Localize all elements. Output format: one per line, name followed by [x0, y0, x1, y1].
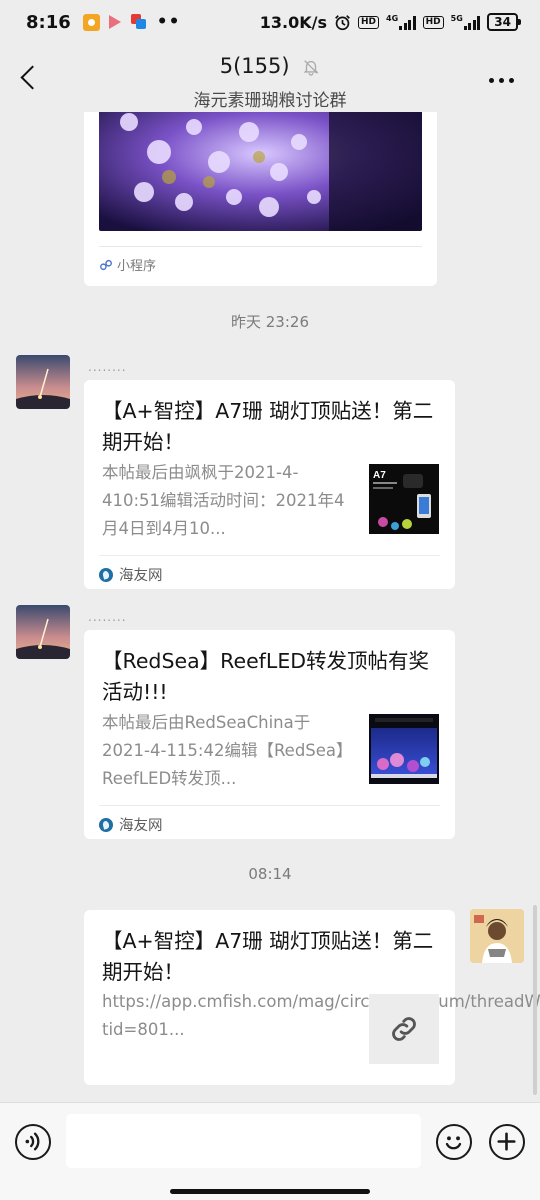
chat-title: 5(155) [0, 54, 540, 78]
emoji-button[interactable] [436, 1124, 472, 1160]
group-name: 海元素珊瑚粮讨论群 [193, 91, 347, 111]
voice-icon [25, 1132, 40, 1151]
hd-icon: HD [422, 15, 444, 29]
my-avatar[interactable] [470, 909, 524, 963]
message-list[interactable]: 小程序 昨天 23:26 ........ 【A+智控】A7珊 瑚灯顶贴送！第二… [0, 112, 540, 1102]
link-title: 【A+智控】A7珊 瑚灯顶贴送！第二期开始！ [102, 929, 434, 984]
alarm-icon [335, 14, 350, 30]
source-name: 海友网 [119, 568, 163, 584]
message-input[interactable] [66, 1114, 421, 1168]
sender-name: ........ [88, 360, 127, 374]
thumbnail-label: A7 [373, 470, 386, 481]
site-logo-icon [99, 567, 113, 582]
scrollbar[interactable] [533, 905, 537, 1095]
time-divider: 08:14 [248, 865, 292, 883]
signal-4g: 4G [386, 14, 416, 30]
link-source: 海友网 [99, 805, 440, 835]
signal-bars-icon [399, 16, 416, 30]
video-app-icon [108, 15, 121, 29]
more-notifications-icon: •• [156, 12, 181, 32]
coral-image [99, 112, 422, 231]
link-thumbnail: A7 [369, 464, 439, 534]
link-thumbnail [369, 994, 439, 1064]
time-divider: 昨天 23:26 [231, 313, 309, 331]
group-member-count: 5(155) [219, 54, 290, 78]
more-functions-button[interactable] [489, 1124, 525, 1160]
voice-button[interactable] [15, 1124, 51, 1160]
link-message-card[interactable]: 【A+智控】A7珊 瑚灯顶贴送！第二期开始！ 本帖最后由飒枫于2021-4-41… [84, 380, 455, 589]
link-url: https://app.cmfish.com/mag/circle/v1/for… [102, 992, 540, 1039]
app-notification-icon [130, 14, 148, 30]
battery-icon: 34 [487, 13, 521, 31]
status-right: 13.0K/s HD 4G HD 5G 34 [259, 12, 521, 32]
network-speed: 13.0K/s [259, 12, 327, 32]
status-time: 8:16 [26, 11, 71, 33]
link-title: 【A+智控】A7珊 瑚灯顶贴送！第二期开始！ [102, 399, 434, 454]
input-bar [0, 1102, 540, 1200]
avatar[interactable] [16, 605, 70, 659]
link-source: 海友网 [99, 555, 440, 585]
status-bar: 8:16 •• 13.0K/s HD 4G HD 5G 34 [0, 0, 540, 44]
mini-program-card[interactable]: 小程序 [84, 112, 437, 286]
plus-icon [497, 1132, 516, 1151]
emoji-icon [445, 1136, 462, 1150]
link-title: 【RedSea】ReefLED转发顶帖有奖活动!!! [102, 649, 430, 704]
link-message-card[interactable]: 【A+智控】A7珊 瑚灯顶贴送！第二期开始！ https://app.cmfis… [84, 910, 540, 1085]
sender-name: ........ [88, 610, 127, 624]
app-notification-icon [82, 13, 100, 31]
signal-bars-icon [463, 16, 481, 30]
avatar[interactable] [16, 355, 70, 409]
chat-header: 5(155) 海元素珊瑚粮讨论群 [0, 44, 540, 112]
home-indicator[interactable] [170, 1189, 370, 1194]
link-description: 本帖最后由飒枫于2021-4-410:51编辑活动时间：2021年4月4日到4月… [102, 463, 345, 538]
link-message-card[interactable]: 【RedSea】ReefLED转发顶帖有奖活动!!! 本帖最后由RedSeaCh… [84, 630, 455, 839]
more-options-button[interactable] [489, 78, 514, 83]
link-thumbnail [369, 714, 439, 784]
signal-5g: 5G [451, 14, 481, 30]
source-name: 海友网 [119, 818, 163, 834]
hd-icon: HD [357, 15, 379, 29]
notification-icons: •• [82, 12, 181, 32]
bell-off-icon [303, 60, 319, 76]
mini-program-icon [100, 259, 112, 270]
link-icon [392, 1017, 416, 1041]
link-description: 本帖最后由RedSeaChina于2021-4-115:42编辑【RedSea】… [102, 713, 353, 788]
mini-program-footer: 小程序 [99, 246, 422, 274]
mini-program-label: 小程序 [117, 259, 157, 274]
site-logo-icon [99, 817, 113, 832]
